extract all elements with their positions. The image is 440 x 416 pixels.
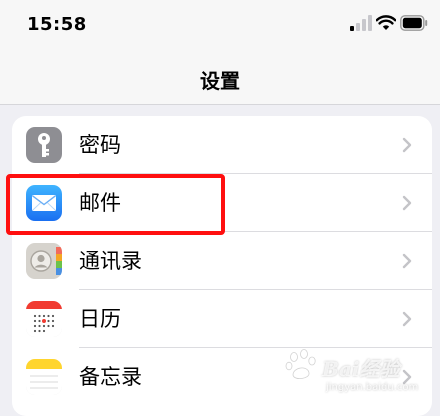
key-icon <box>26 127 62 163</box>
status-bar: 15:58 <box>0 0 440 52</box>
settings-row-passwords[interactable]: 密码 <box>12 116 432 174</box>
notes-icon <box>26 359 62 395</box>
nav-bar: 设置 <box>0 52 440 105</box>
chevron-right-icon <box>402 311 412 327</box>
chevron-right-icon <box>402 195 412 211</box>
watermark-brand: Bai经验 <box>322 357 400 381</box>
watermark: Bai经验 jingyan.baidu.com <box>282 345 432 400</box>
settings-row-label: 通讯录 <box>79 249 142 273</box>
paw-icon <box>285 349 316 379</box>
settings-row-label: 密码 <box>79 133 121 157</box>
contacts-icon <box>26 243 62 279</box>
page-title: 设置 <box>200 69 240 93</box>
settings-row-label: 备忘录 <box>79 365 142 389</box>
settings-row-contacts[interactable]: 通讯录 <box>12 232 432 290</box>
watermark-url: jingyan.baidu.com <box>326 382 419 393</box>
status-time: 15:58 <box>27 14 87 35</box>
settings-row-calendar[interactable]: 日历 <box>12 290 432 348</box>
highlight-annotation <box>6 174 225 235</box>
chevron-right-icon <box>402 137 412 153</box>
battery-icon <box>400 15 428 31</box>
calendar-icon <box>26 301 62 337</box>
cellular-signal-icon <box>350 15 372 31</box>
chevron-right-icon <box>402 253 412 269</box>
wifi-icon <box>376 15 396 30</box>
settings-row-label: 日历 <box>79 307 121 331</box>
